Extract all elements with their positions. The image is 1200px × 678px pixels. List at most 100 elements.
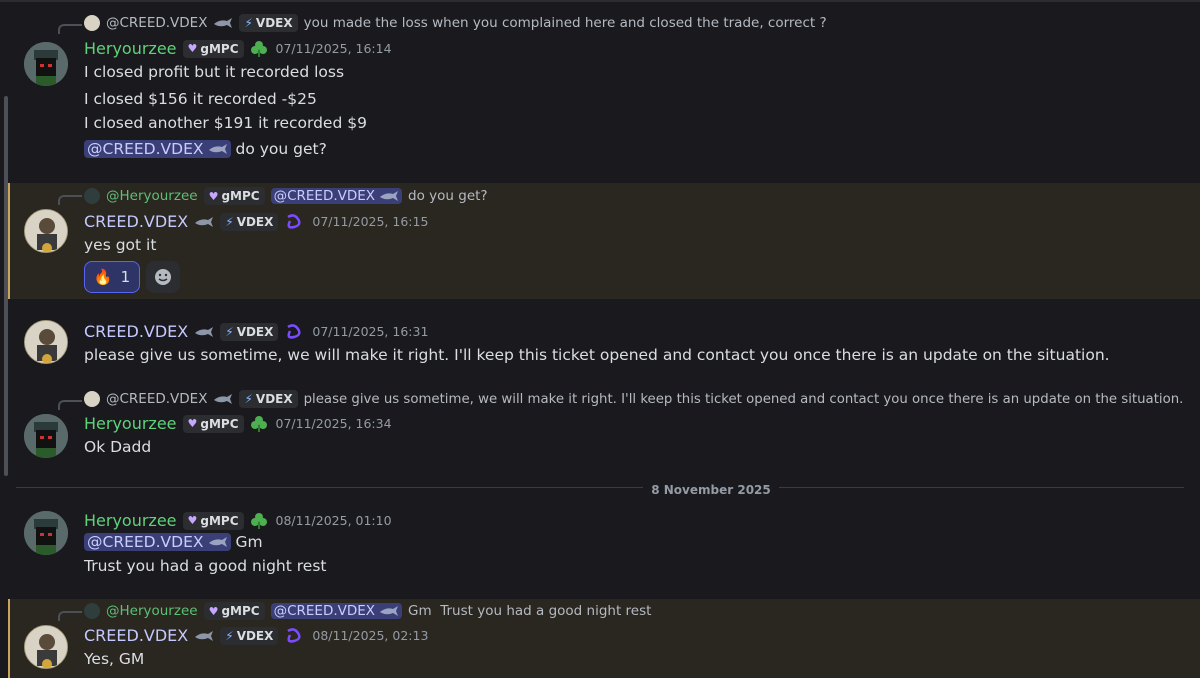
heryourzee-mini-avatar (84, 603, 100, 619)
clover-icon (250, 512, 267, 529)
message-line-mention: @CREED.VDEX do you get? (84, 140, 327, 158)
message-line: yes got it (84, 236, 157, 254)
reply-text: you made the loss when you complained he… (303, 15, 827, 31)
heryourzee-avatar[interactable] (24, 42, 68, 86)
message-line: Ok Dadd (84, 438, 152, 456)
username[interactable]: CREED.VDEX (84, 626, 188, 645)
date-divider-label: 8 November 2025 (0, 479, 1200, 498)
pixel-avatar-icon (24, 511, 68, 555)
reply-author[interactable]: @Heryourzee (106, 188, 198, 204)
clover-icon (250, 40, 267, 57)
creed-mention[interactable]: @CREED.VDEX (84, 533, 231, 551)
heart-icon: ♥ (187, 417, 198, 430)
shark-icon (195, 630, 214, 641)
message-heryourzee-2: @CREED.VDEX ⚡ VDEX please give us sometim… (8, 388, 1200, 468)
message-line: I closed $156 it recorded -$25 (84, 90, 317, 108)
heryourzee-avatar[interactable] (24, 511, 68, 555)
reply-text: Gm Trust you had a good night rest (408, 603, 652, 619)
pixel-avatar-icon (24, 42, 68, 86)
creed-mention[interactable]: @CREED.VDEX (270, 188, 403, 204)
heart-icon: ♥ (187, 514, 198, 527)
reply-author[interactable]: @CREED.VDEX (106, 391, 207, 407)
vdex-tag: ⚡ VDEX (239, 14, 298, 32)
shark-icon (380, 191, 399, 201)
fire-reaction-button[interactable]: 🔥 1 (84, 261, 140, 293)
bolt-icon: ⚡ (225, 628, 234, 643)
vdex-tag: ⚡ VDEX (220, 322, 279, 341)
message-line: Yes, GM (84, 650, 145, 668)
gmpc-tag: ♥ gMPC (182, 39, 244, 58)
creed-mention[interactable]: @CREED.VDEX (270, 603, 403, 619)
vdex-tag: ⚡ VDEX (220, 626, 279, 645)
message-header: Heryourzee ♥ gMPC 07/11/2025, 16:14 (84, 39, 392, 58)
heart-icon: ♥ (187, 42, 198, 55)
portrait-avatar-icon (25, 626, 67, 668)
reaction-count: 1 (120, 268, 131, 286)
message-line: I closed another $191 it recorded $9 (84, 114, 367, 132)
creed-avatar[interactable] (24, 625, 68, 669)
timestamp: 07/11/2025, 16:31 (312, 324, 429, 339)
username[interactable]: CREED.VDEX (84, 322, 188, 341)
creed-avatar[interactable] (24, 209, 68, 253)
shark-icon (208, 144, 227, 154)
reply-spine (58, 400, 82, 410)
message-header: Heryourzee ♥ gMPC 07/11/2025, 16:34 (84, 414, 392, 433)
top-border (0, 0, 1200, 2)
timestamp: 07/11/2025, 16:34 (275, 416, 392, 431)
creed-mention[interactable]: @CREED.VDEX (84, 140, 231, 158)
message-heryourzee-3: Heryourzee ♥ gMPC 08/11/2025, 01:10 @CREE… (8, 505, 1200, 585)
gmpc-tag: ♥ gMPC (203, 602, 265, 620)
vdex-tag: ⚡ VDEX (239, 390, 298, 408)
heryourzee-avatar[interactable] (24, 414, 68, 458)
reply-preview[interactable]: @Heryourzee ♥ gMPC @CREED.VDEX Gm Trust y… (84, 602, 651, 620)
portrait-avatar-icon (25, 210, 67, 252)
knot-icon (287, 323, 301, 339)
message-line: I closed profit but it recorded loss (84, 63, 345, 81)
username[interactable]: Heryourzee (84, 39, 177, 58)
heryourzee-mini-avatar (84, 188, 100, 204)
reply-text: do you get? (408, 188, 488, 204)
username[interactable]: Heryourzee (84, 511, 177, 530)
message-header: CREED.VDEX ⚡ VDEX 07/11/2025, 16:31 (84, 322, 428, 341)
reply-text: please give us sometime, we will make it… (303, 391, 1184, 407)
reply-preview[interactable]: @Heryourzee ♥ gMPC @CREED.VDEX do you get… (84, 187, 488, 205)
timestamp: 07/11/2025, 16:15 (312, 214, 429, 229)
gmpc-tag: ♥ gMPC (182, 511, 244, 530)
creed-mini-avatar (84, 15, 100, 31)
bolt-icon: ⚡ (244, 16, 253, 30)
shark-icon (195, 326, 214, 337)
bolt-icon: ⚡ (225, 214, 234, 229)
message-header: Heryourzee ♥ gMPC 08/11/2025, 01:10 (84, 511, 392, 530)
bolt-icon: ⚡ (244, 392, 253, 406)
message-header: CREED.VDEX ⚡ VDEX 07/11/2025, 16:15 (84, 212, 428, 231)
reply-author[interactable]: @CREED.VDEX (106, 15, 207, 31)
reply-spine (58, 195, 82, 205)
message-line: Trust you had a good night rest (84, 557, 327, 575)
shark-icon (380, 606, 399, 616)
fire-icon: 🔥 (93, 268, 113, 286)
message-line-mention: @CREED.VDEX Gm (84, 533, 263, 551)
reply-preview[interactable]: @CREED.VDEX ⚡ VDEX you made the loss when… (84, 14, 827, 32)
timestamp: 08/11/2025, 01:10 (275, 513, 392, 528)
reply-preview[interactable]: @CREED.VDEX ⚡ VDEX please give us sometim… (84, 390, 1183, 408)
timestamp: 07/11/2025, 16:14 (275, 41, 392, 56)
clover-icon (250, 415, 267, 432)
shark-icon (195, 216, 214, 227)
reply-spine (58, 611, 82, 621)
shark-icon (214, 18, 233, 28)
creed-avatar[interactable] (24, 320, 68, 364)
creed-mini-avatar (84, 391, 100, 407)
knot-icon (287, 213, 301, 229)
add-reaction-button[interactable] (146, 261, 180, 293)
shark-icon (208, 537, 227, 547)
message-creed-2: CREED.VDEX ⚡ VDEX 07/11/2025, 16:31 pleas… (8, 310, 1200, 370)
vdex-tag: ⚡ VDEX (220, 212, 279, 231)
smiley-icon (155, 269, 171, 285)
knot-icon (287, 627, 301, 643)
reply-author[interactable]: @Heryourzee (106, 603, 198, 619)
timestamp: 08/11/2025, 02:13 (312, 628, 429, 643)
username[interactable]: Heryourzee (84, 414, 177, 433)
message-heryourzee-1: @CREED.VDEX ⚡ VDEX you made the loss when… (8, 10, 1200, 170)
reply-spine (58, 24, 82, 34)
username[interactable]: CREED.VDEX (84, 212, 188, 231)
